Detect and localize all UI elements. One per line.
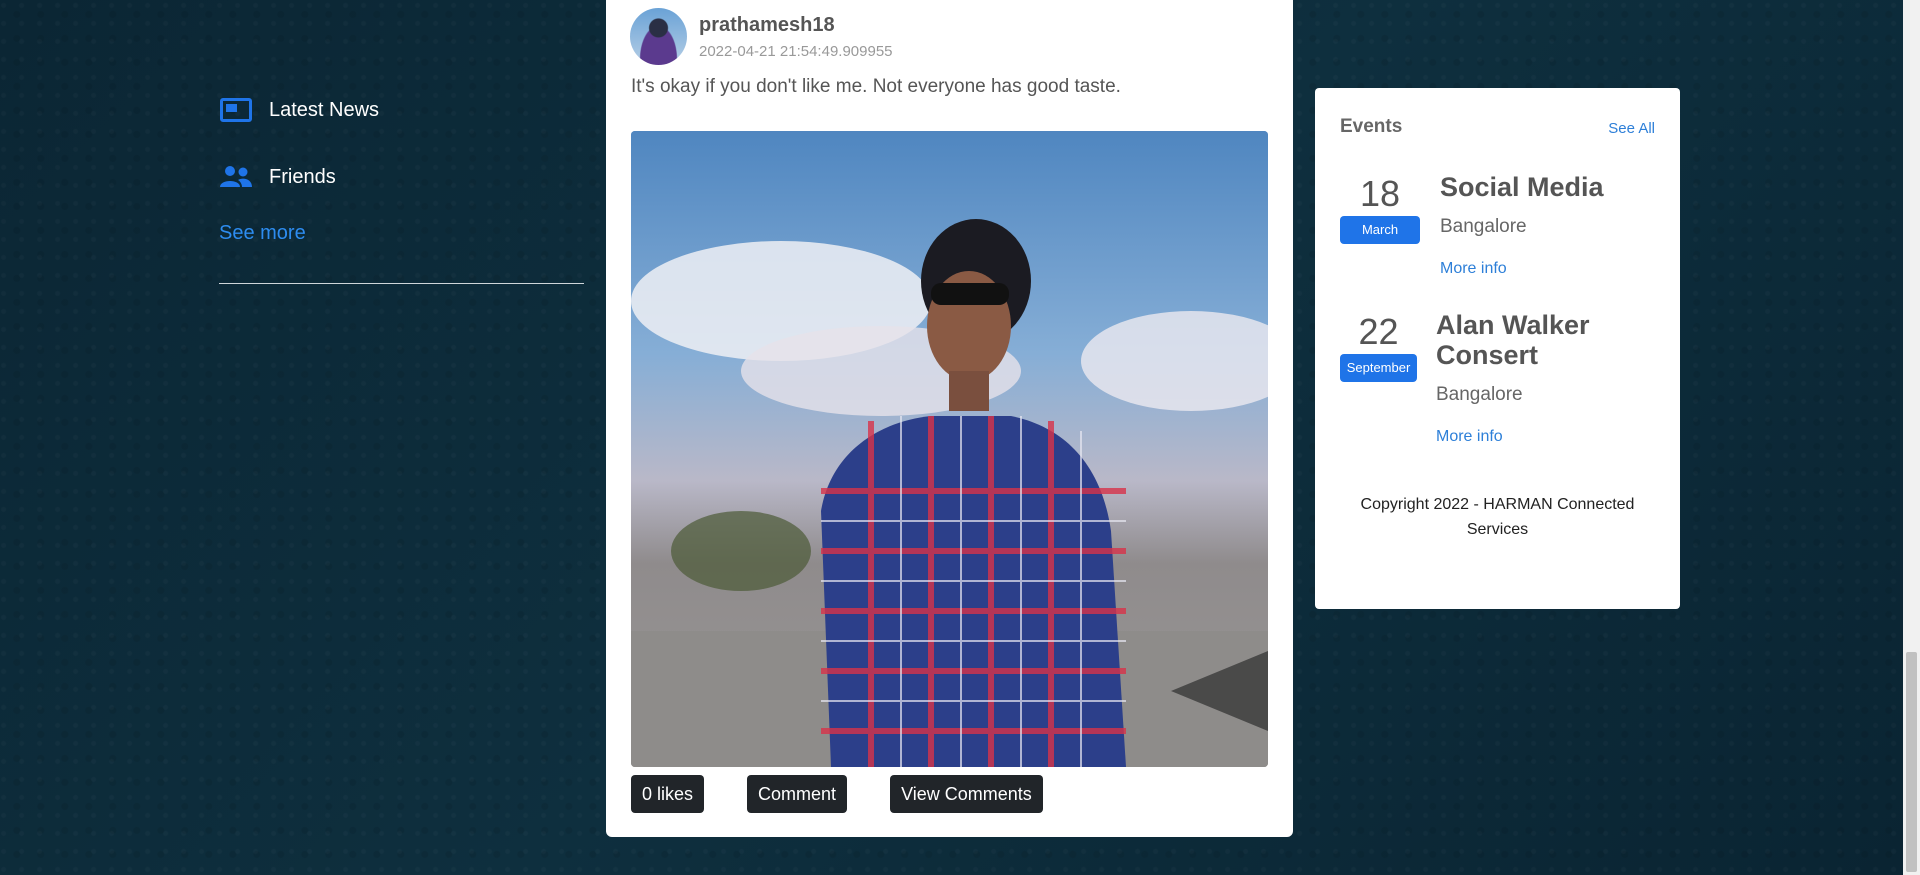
comment-button[interactable]: Comment bbox=[747, 775, 848, 813]
avatar[interactable] bbox=[630, 8, 687, 65]
event-month: March bbox=[1340, 216, 1420, 244]
events-title: Events bbox=[1340, 116, 1403, 137]
sidebar-item-label: Friends bbox=[269, 165, 336, 188]
copyright-text: Copyright 2022 - HARMAN Connected Servic… bbox=[1360, 496, 1635, 538]
event-day: 18 bbox=[1359, 173, 1401, 214]
view-comments-button[interactable]: View Comments bbox=[890, 775, 1043, 813]
news-icon bbox=[219, 96, 253, 124]
event-title: Social Media bbox=[1440, 172, 1604, 202]
event-more-info-link[interactable]: More info bbox=[1440, 260, 1604, 278]
see-all-link[interactable]: See All bbox=[1608, 120, 1655, 137]
event-item: 18 March Social Media Bangalore More inf… bbox=[1340, 172, 1604, 278]
post-timestamp: 2022-04-21 21:54:49.909955 bbox=[699, 42, 893, 60]
event-title: Alan Walker Consert bbox=[1436, 310, 1590, 370]
post-actions: 0 likes Comment View Comments bbox=[631, 775, 1086, 813]
sidebar-divider bbox=[219, 283, 584, 284]
event-info: Alan Walker Consert Bangalore More info bbox=[1436, 310, 1626, 446]
scrollbar-thumb[interactable] bbox=[1906, 652, 1917, 872]
post-header: prathamesh18 2022-04-21 21:54:49.909955 bbox=[630, 8, 893, 65]
event-item: 22 September Alan Walker Consert Bangalo… bbox=[1340, 310, 1626, 446]
post-text: It's okay if you don't like me. Not ever… bbox=[631, 76, 1121, 97]
event-date: 18 March bbox=[1340, 172, 1420, 278]
event-month: September bbox=[1340, 354, 1417, 382]
event-day: 22 bbox=[1358, 311, 1399, 352]
likes-button[interactable]: 0 likes bbox=[631, 775, 705, 813]
event-more-info-link[interactable]: More info bbox=[1436, 428, 1626, 446]
event-location: Bangalore bbox=[1440, 216, 1527, 237]
left-sidebar: Latest News Friends See more bbox=[219, 88, 584, 284]
sidebar-item-latest-news[interactable]: Latest News bbox=[219, 88, 584, 132]
scrollbar[interactable] bbox=[1903, 0, 1920, 875]
post-image[interactable] bbox=[631, 131, 1268, 767]
post-card: prathamesh18 2022-04-21 21:54:49.909955 … bbox=[606, 0, 1293, 837]
event-location: Bangalore bbox=[1436, 384, 1523, 405]
events-card: Events See All 18 March Social Media Ban… bbox=[1315, 88, 1680, 609]
user-meta: prathamesh18 2022-04-21 21:54:49.909955 bbox=[699, 14, 893, 60]
sidebar-item-label: Latest News bbox=[269, 98, 380, 121]
post-username[interactable]: prathamesh18 bbox=[699, 14, 893, 37]
event-date: 22 September bbox=[1340, 310, 1417, 446]
see-more-link[interactable]: See more bbox=[219, 222, 584, 245]
event-info: Social Media Bangalore More info bbox=[1440, 172, 1604, 278]
friends-icon bbox=[219, 163, 253, 191]
sidebar-item-friends[interactable]: Friends bbox=[219, 155, 584, 199]
